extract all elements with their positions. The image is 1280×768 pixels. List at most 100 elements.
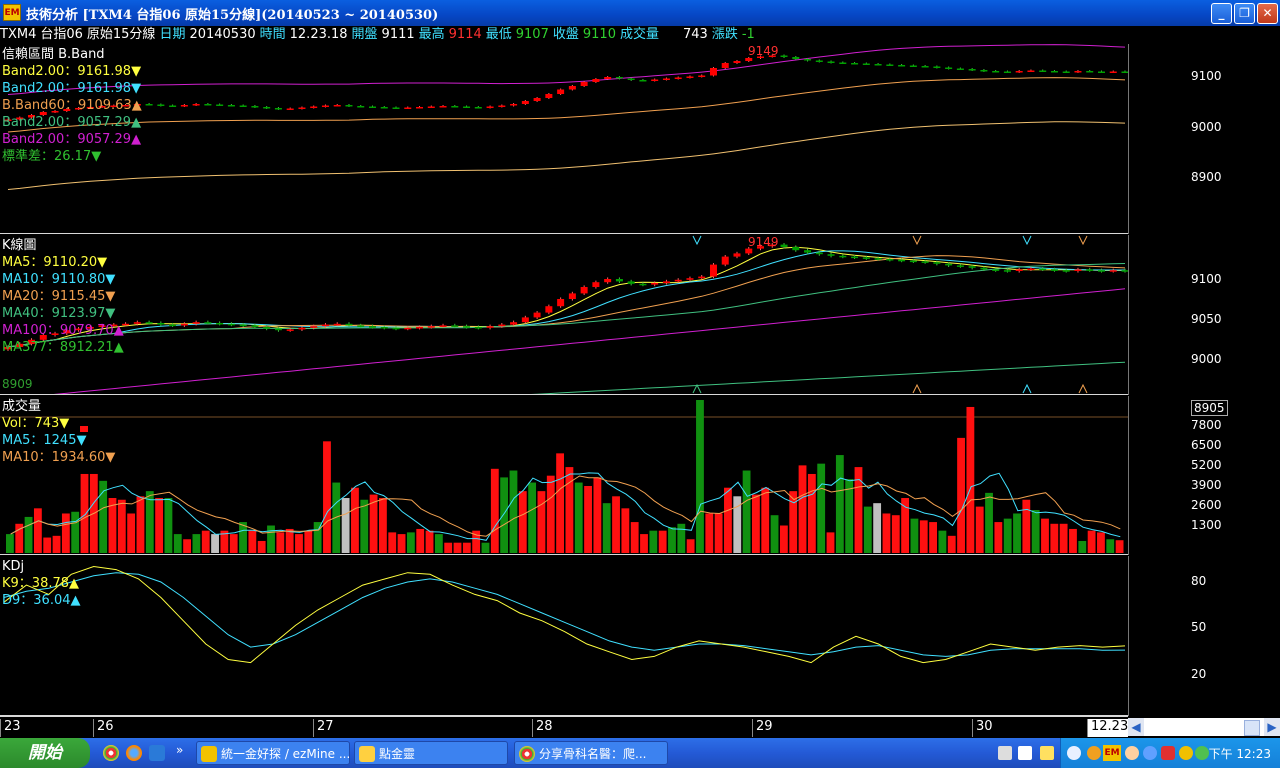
signal-bottom-icon xyxy=(692,383,702,394)
candle-body xyxy=(662,78,670,80)
legend-text: MA10：9110.80 xyxy=(2,272,106,287)
start-button[interactable]: 開始 xyxy=(0,738,90,768)
ie-icon[interactable] xyxy=(149,745,165,761)
candle-body xyxy=(956,68,964,70)
maximize-button[interactable]: ❐ xyxy=(1234,3,1255,24)
volume-bar xyxy=(257,540,266,553)
candle-body xyxy=(674,279,682,282)
legend-text: MA20：9115.45 xyxy=(2,289,106,304)
quicklaunch-more-icon[interactable]: » xyxy=(176,743,183,757)
minimize-button[interactable]: _ xyxy=(1211,3,1232,24)
candle-body xyxy=(545,306,553,313)
help-icon[interactable] xyxy=(1040,746,1054,760)
volume-bar xyxy=(658,530,667,553)
candle-body xyxy=(945,67,953,69)
candle-body xyxy=(921,261,929,263)
task-label: 分享骨科名醫：爬... xyxy=(539,747,647,761)
chat-icon[interactable] xyxy=(1195,746,1209,760)
candle-body xyxy=(439,106,447,108)
tray-arrow-icon[interactable] xyxy=(1067,746,1081,760)
volume-axis: 8905 7800 6500 5200 3900 2600 1300 xyxy=(1128,396,1280,555)
volume-bar xyxy=(490,468,499,553)
candle-body xyxy=(169,324,177,327)
candle-body xyxy=(1109,270,1117,272)
candle-body xyxy=(216,104,224,106)
candle-body xyxy=(933,262,941,264)
candle-body xyxy=(474,327,482,329)
candle-body xyxy=(486,106,494,108)
candle-body xyxy=(627,281,635,284)
volume-bar xyxy=(696,400,704,553)
tray-star-icon[interactable] xyxy=(1143,746,1157,760)
candle-body xyxy=(862,257,870,259)
volume-bar xyxy=(994,522,1003,553)
signal-top-icon xyxy=(692,235,702,246)
candle-body xyxy=(321,324,329,327)
tray-face-icon[interactable] xyxy=(1125,746,1139,760)
legend-item: MA40：9123.97▼ xyxy=(2,305,115,322)
candle-body xyxy=(568,86,576,90)
volume-bar xyxy=(1041,518,1049,553)
candle-body xyxy=(909,260,917,263)
task-ezmine[interactable]: 統一金好探 / ezMine ... xyxy=(196,741,350,765)
quote-symbol: TXM4 xyxy=(0,27,37,42)
volume-bar xyxy=(304,530,313,553)
quote-high-label: 最高 xyxy=(418,27,445,42)
volume-bar xyxy=(947,535,956,553)
candle-body xyxy=(862,63,870,65)
candle-body xyxy=(404,327,412,330)
chrome-icon[interactable] xyxy=(103,745,119,761)
kdj-k-line xyxy=(3,565,1126,664)
candle-body xyxy=(898,65,906,67)
candle-body xyxy=(874,64,882,66)
keyboard-icon[interactable] xyxy=(998,746,1012,760)
volume-bar xyxy=(835,455,844,553)
volume-bar xyxy=(985,492,993,553)
volume-bar xyxy=(593,477,602,553)
volume-bar xyxy=(966,406,975,553)
scroll-right-arrow-icon[interactable]: ▶ xyxy=(1264,718,1280,736)
band-panel-title: 信賴區間 B.Band xyxy=(2,47,105,62)
kline-panel[interactable]: K線圖 MA5：9110.20▼ MA10：9110.80▼ MA20：9115.4… xyxy=(0,235,1128,395)
scroll-left-arrow-icon[interactable]: ◀ xyxy=(1128,718,1144,736)
firefox-icon[interactable] xyxy=(126,745,142,761)
bollinger-band-panel[interactable]: 信賴區間 B.Band Band2.00：9161.98▼ Band2.00：91… xyxy=(0,44,1128,234)
volume-bar xyxy=(1106,539,1115,553)
kline-low-mark: 8909 xyxy=(2,377,33,391)
task-browser[interactable]: 分享骨科名醫：爬... xyxy=(514,741,668,765)
horizontal-scrollbar[interactable]: ◀ ▶ xyxy=(1128,718,1280,736)
candle-body xyxy=(1109,71,1117,73)
volume-panel[interactable]: 成交量 Vol：743▼ MA5：1245▼ MA10：1934.60▼ xyxy=(0,396,1128,555)
time-label: 29 xyxy=(752,719,773,737)
tray-em-icon[interactable]: EM xyxy=(1103,745,1121,761)
volume-bar xyxy=(201,530,210,553)
volume-bar xyxy=(574,482,583,553)
tray-app-icon[interactable] xyxy=(1087,746,1101,760)
close-button[interactable]: ✕ xyxy=(1257,3,1278,24)
scroll-thumb[interactable] xyxy=(1244,720,1260,736)
arrow-down-icon: ▼ xyxy=(131,81,142,96)
tray-yellow-icon[interactable] xyxy=(1179,746,1193,760)
volume-bar xyxy=(481,542,490,553)
quote-open-label: 開盤 xyxy=(351,27,378,42)
candle-body xyxy=(815,252,823,255)
task-dianjinling[interactable]: 點金靈 xyxy=(354,741,508,765)
chrome-icon xyxy=(519,746,535,762)
quote-chg-label: 漲跌 xyxy=(711,27,738,42)
arrow-up-icon: ▲ xyxy=(113,340,124,355)
band-tick: 9000 xyxy=(1191,120,1222,134)
ime-icon[interactable] xyxy=(1018,746,1032,760)
legend-item: Vol：743▼ xyxy=(2,415,69,432)
legend-item: MA20：9115.45▼ xyxy=(2,288,115,305)
arrow-down-icon: ▼ xyxy=(105,306,116,321)
kline-panel-title: K線圖 xyxy=(2,238,37,253)
candle-body xyxy=(651,79,659,81)
volume-bar xyxy=(173,534,182,553)
candle-body xyxy=(1027,70,1035,72)
shield-icon[interactable] xyxy=(1161,746,1175,760)
kdj-panel[interactable]: KDj K9：38.78▲ D9：36.04▲ xyxy=(0,556,1128,716)
volume-bar xyxy=(43,537,52,553)
candle-body xyxy=(604,279,612,283)
legend-text: Band2.00：9057.29 xyxy=(2,132,132,147)
arrow-up-icon: ▲ xyxy=(131,115,142,130)
